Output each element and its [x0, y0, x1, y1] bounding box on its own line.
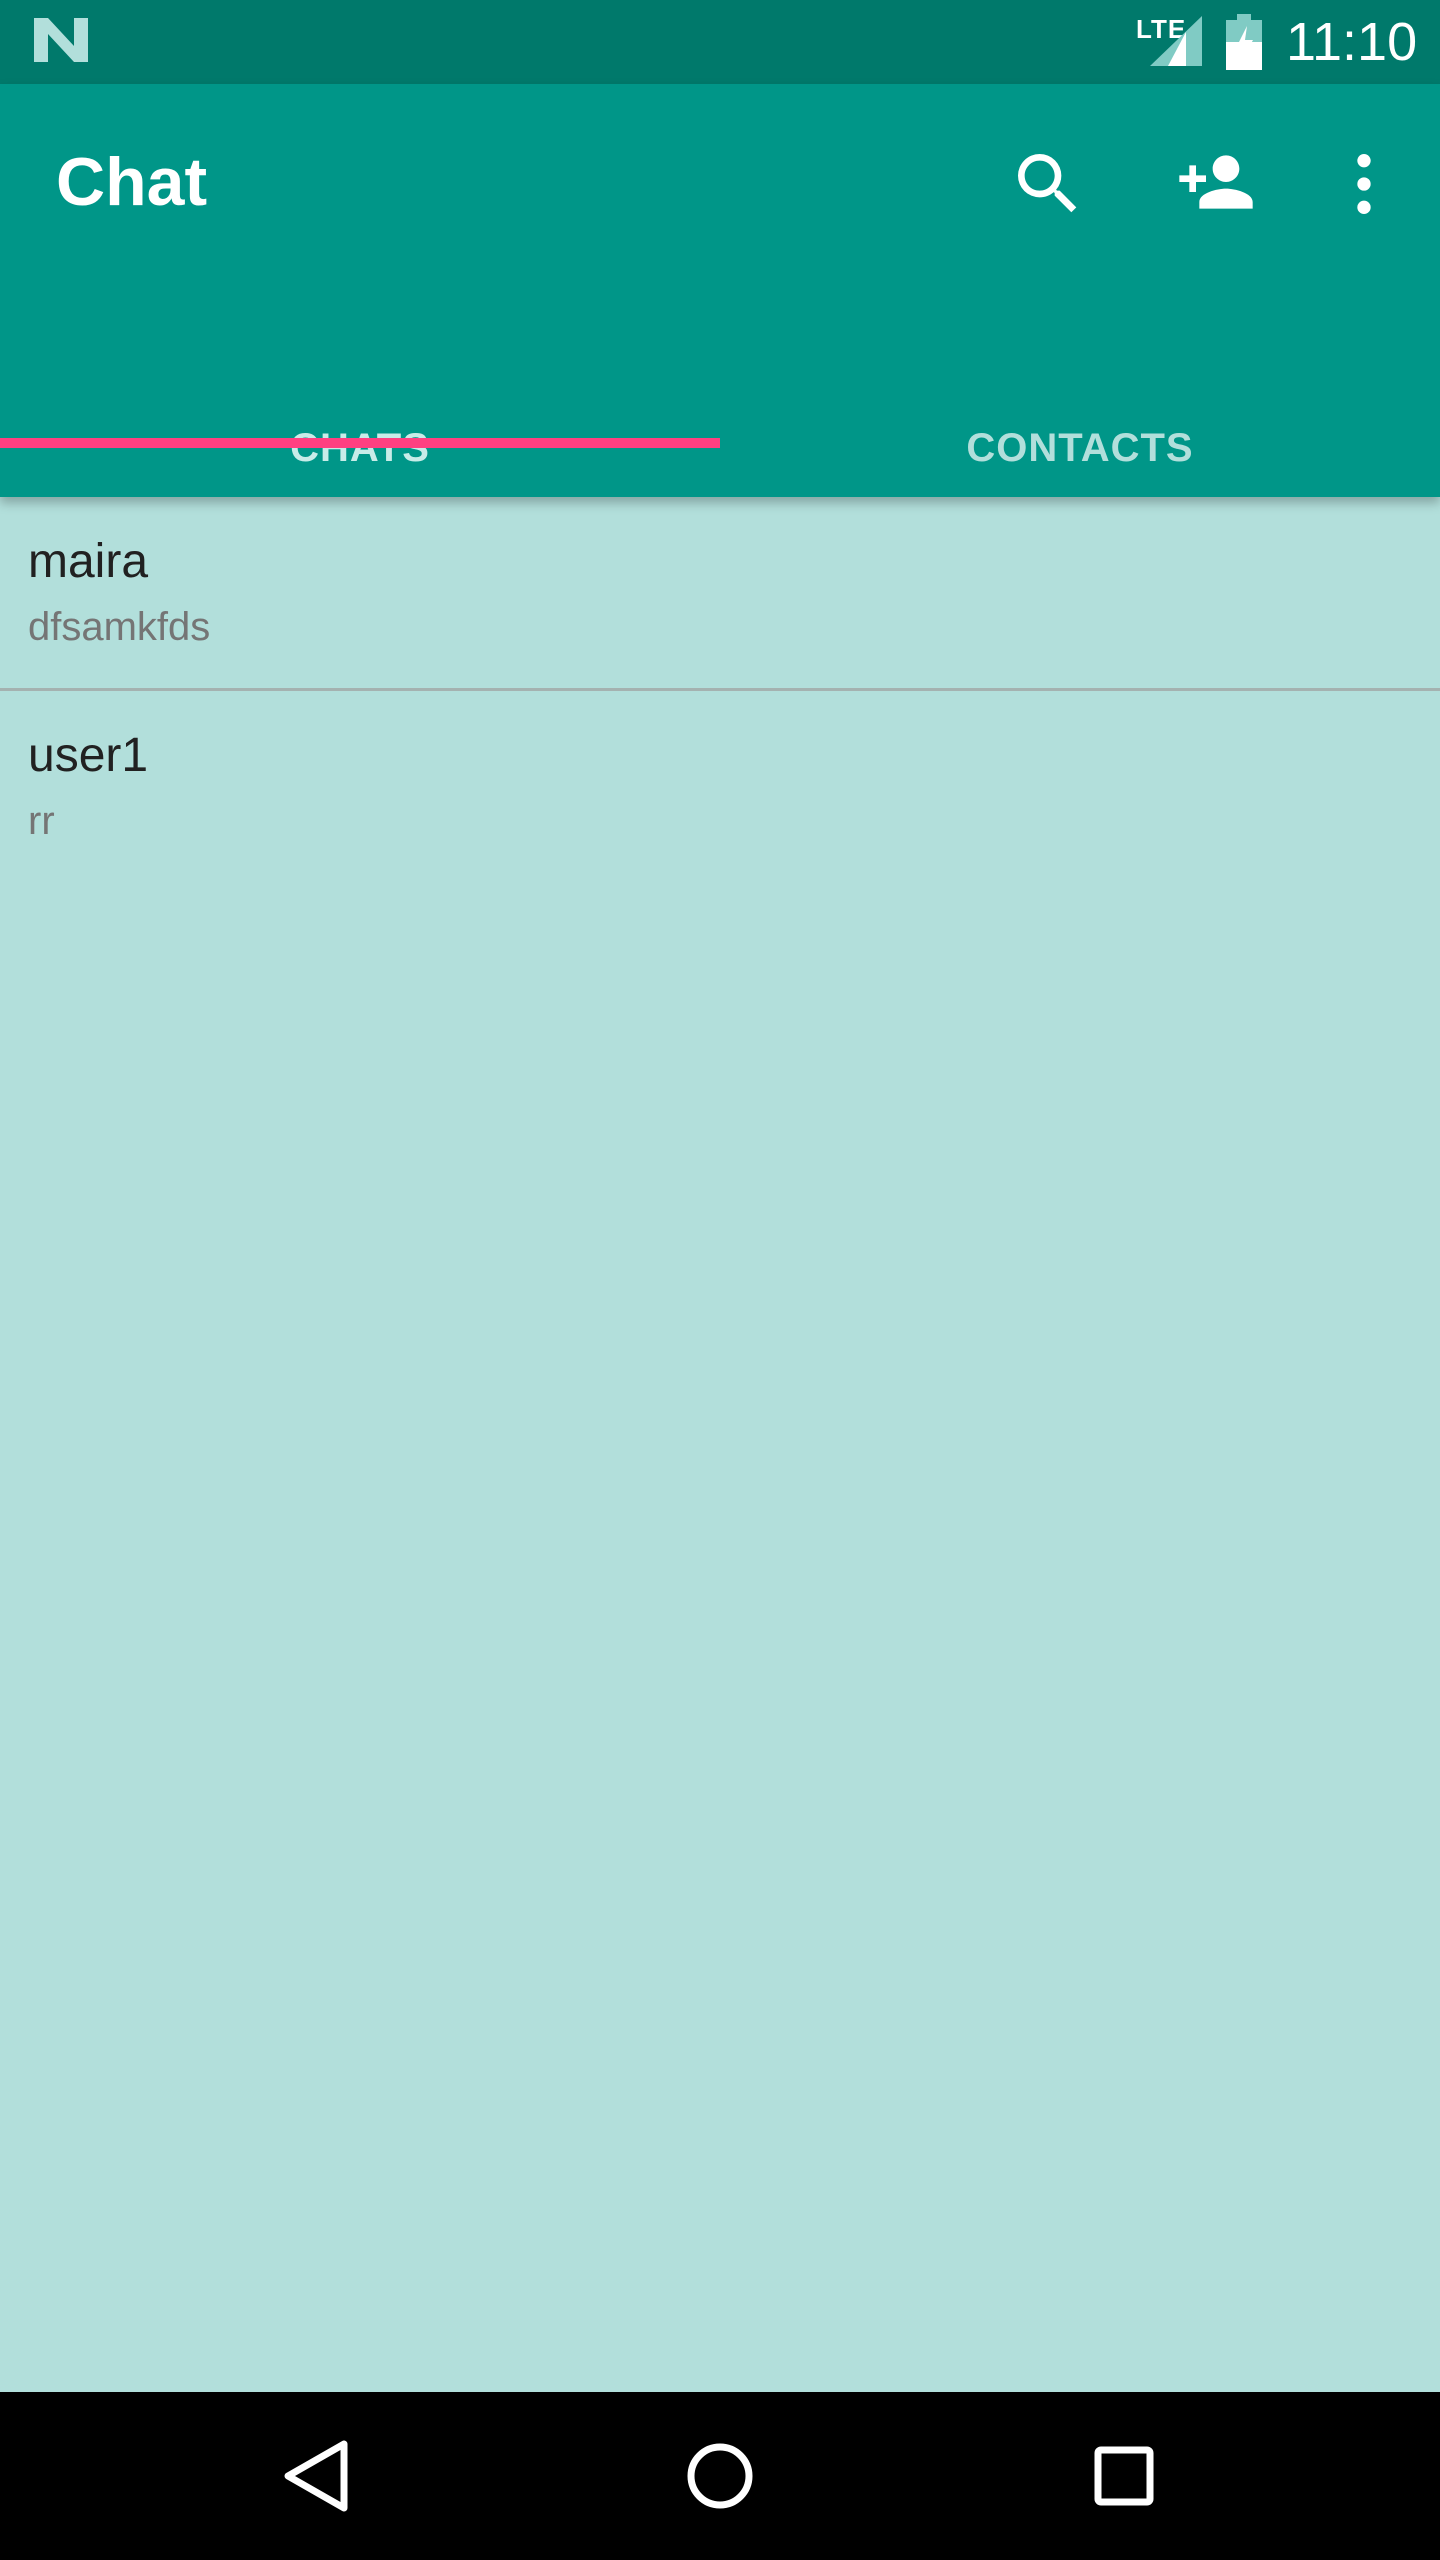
- navigation-bar: [0, 2392, 1440, 2560]
- chat-list: maira dfsamkfds user1 rr: [0, 497, 1440, 882]
- search-button[interactable]: [1008, 144, 1088, 224]
- tab-contacts[interactable]: CONTACTS: [720, 332, 1440, 497]
- home-icon: [687, 2443, 753, 2509]
- back-button[interactable]: [266, 2426, 366, 2526]
- clock: 11:10: [1286, 12, 1418, 72]
- chat-preview: rr: [28, 799, 55, 843]
- tab-indicator: [0, 438, 720, 448]
- search-icon: [1018, 154, 1077, 213]
- signal-icon: [1150, 16, 1202, 66]
- back-icon: [284, 2440, 348, 2512]
- tab-chats[interactable]: CHATS: [0, 332, 720, 497]
- chat-name: user1: [28, 729, 149, 782]
- list-item[interactable]: user1 rr: [0, 691, 1440, 882]
- app-bar: Chat CHATS CONTACTS: [0, 84, 1440, 497]
- page-title: Chat: [56, 144, 208, 220]
- tab-contacts-label: CONTACTS: [966, 426, 1194, 470]
- n-logo-icon: [34, 18, 88, 62]
- list-item[interactable]: maira dfsamkfds: [0, 497, 1440, 688]
- more-vert-icon: [1357, 154, 1371, 214]
- tab-chats-label: CHATS: [290, 426, 430, 470]
- status-bar: LTE 11:10: [0, 0, 1440, 84]
- recents-icon: [1094, 2446, 1154, 2506]
- chat-preview: dfsamkfds: [28, 605, 211, 649]
- more-options-button[interactable]: [1324, 144, 1404, 224]
- battery-icon: [1226, 14, 1262, 70]
- screen: LTE 11:10 Chat CHATS CONTACTS maira dfsa…: [0, 0, 1440, 2560]
- recents-button[interactable]: [1074, 2426, 1174, 2526]
- add-person-icon: [1179, 155, 1253, 209]
- chat-name: maira: [28, 535, 149, 588]
- home-button[interactable]: [670, 2426, 770, 2526]
- add-contact-button[interactable]: [1174, 142, 1258, 222]
